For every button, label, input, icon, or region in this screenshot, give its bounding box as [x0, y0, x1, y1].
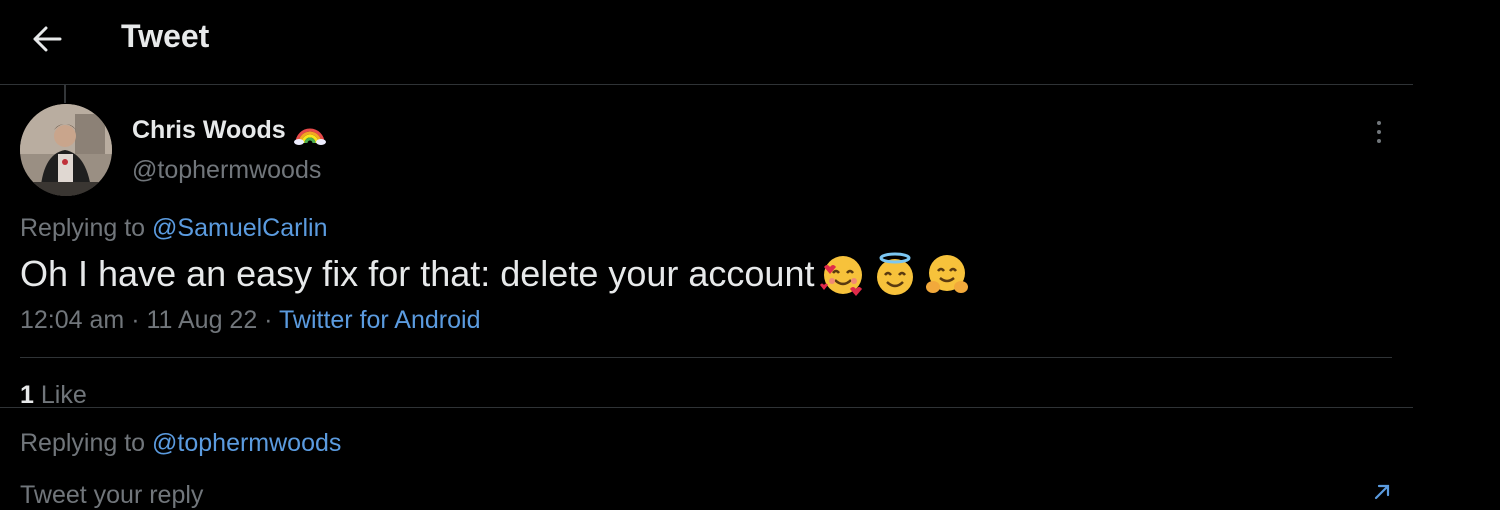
- avatar[interactable]: [20, 104, 112, 196]
- page-title: Tweet: [121, 18, 210, 54]
- like-count-label: Like: [40, 381, 87, 409]
- tweet-time[interactable]: 12:04 am: [20, 306, 124, 334]
- header-divider: [0, 84, 1413, 85]
- arrow-left-icon: [33, 26, 62, 52]
- smiling-face-with-halo-icon: [877, 252, 914, 295]
- author-name-row: Chris Woods: [132, 116, 326, 145]
- more-dot: [1377, 139, 1381, 143]
- tweet-metadata: 12:04 am · 11 Aug 22 · Twitter for Andro…: [20, 306, 480, 335]
- meta-separator: ·: [124, 306, 147, 334]
- replying-label: Replying to: [20, 429, 153, 457]
- back-button[interactable]: [28, 20, 66, 58]
- tweet-date[interactable]: 11 Aug 22: [146, 306, 257, 334]
- divider: [20, 357, 1392, 358]
- thread-connector-line: [64, 85, 66, 103]
- replying-to: Replying to @SamuelCarlin: [20, 214, 327, 243]
- smiling-face-with-hearts-icon: [820, 256, 863, 296]
- author-name[interactable]: Chris Woods: [132, 116, 286, 145]
- tweet-text: Oh I have an easy fix for that: delete y…: [20, 253, 815, 294]
- expand-arrow-icon[interactable]: [1370, 480, 1394, 504]
- divider: [0, 407, 1413, 408]
- more-dot: [1377, 121, 1381, 125]
- composer-replying-to-link[interactable]: @tophermwoods: [152, 429, 341, 457]
- tweet-source-link[interactable]: Twitter for Android: [279, 306, 480, 334]
- rainbow-emoji-icon: [293, 128, 326, 145]
- meta-separator: ·: [257, 306, 279, 334]
- replying-to-link[interactable]: @SamuelCarlin: [152, 214, 327, 242]
- like-count-number: 1: [20, 381, 34, 409]
- reply-input[interactable]: [20, 481, 1320, 510]
- author-handle[interactable]: @tophermwoods: [132, 156, 321, 185]
- composer-replying-to: Replying to @tophermwoods: [20, 429, 341, 458]
- more-dot: [1377, 130, 1381, 134]
- replying-label: Replying to: [20, 214, 153, 242]
- tweet-body: Oh I have an easy fix for that: delete y…: [20, 251, 970, 297]
- avatar-photo: [20, 104, 112, 196]
- more-options-button[interactable]: [1360, 113, 1398, 151]
- likes-count[interactable]: 1 Like: [20, 381, 87, 410]
- hugging-face-icon: [926, 255, 969, 293]
